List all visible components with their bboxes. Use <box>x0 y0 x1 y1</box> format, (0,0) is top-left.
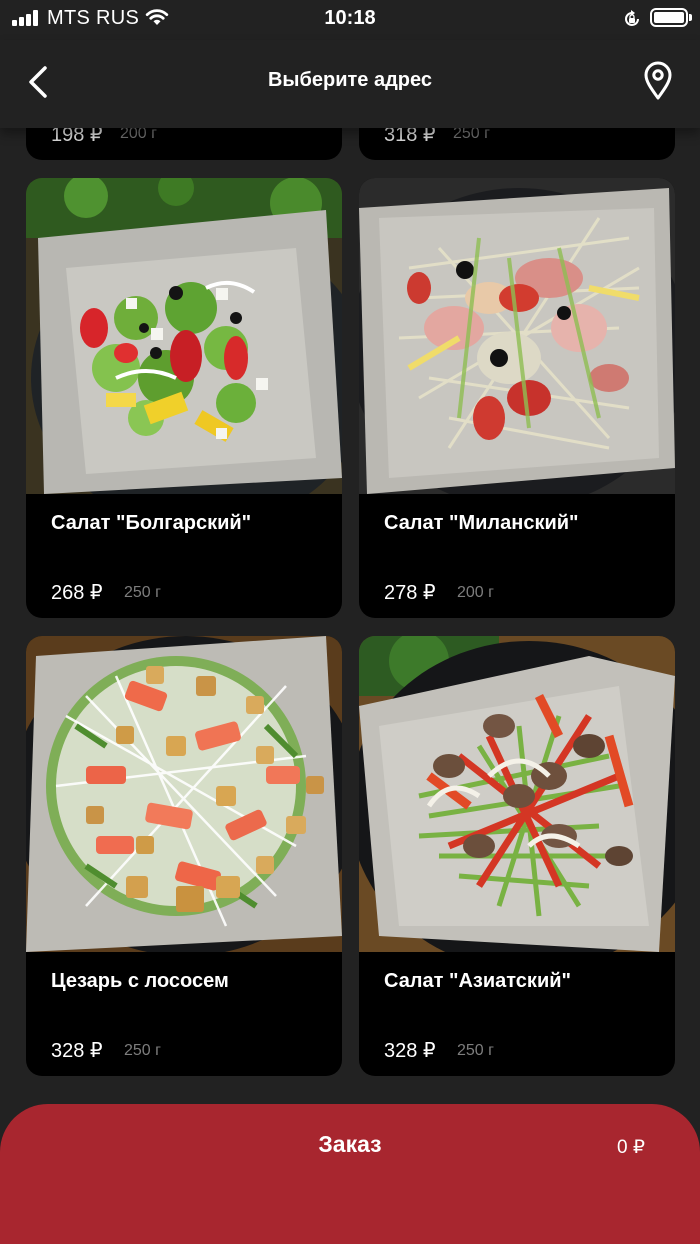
item-price: 268 ₽ <box>51 582 103 604</box>
menu-card[interactable]: Салат "Болгарский" 268 ₽ 250 г <box>26 178 342 618</box>
item-price: 278 ₽ <box>384 582 436 604</box>
item-name: Цезарь с лососем <box>51 970 229 992</box>
item-price: 328 ₽ <box>51 1040 103 1062</box>
item-weight: 250 г <box>124 1042 161 1059</box>
item-name: Салат "Болгарский" <box>51 512 252 534</box>
nav-bar: Выберите адрес <box>0 40 700 128</box>
page-title[interactable]: Выберите адрес <box>0 69 700 92</box>
salad-photo <box>359 636 675 952</box>
status-bar: MTS RUS 10:18 <box>0 0 700 40</box>
item-weight: 200 г <box>457 584 494 601</box>
salad-photo <box>26 178 342 494</box>
map-pin-icon <box>644 61 672 100</box>
battery-icon <box>650 8 688 27</box>
clock: 10:18 <box>324 7 376 29</box>
menu-card[interactable]: Салат "Азиатский" 328 ₽ 250 г <box>359 636 675 1076</box>
order-total: 0 ₽ <box>617 1137 645 1158</box>
item-weight: 250 г <box>124 584 161 601</box>
battery-tip <box>689 14 692 21</box>
salad-photo <box>359 178 675 494</box>
menu-card[interactable]: Салат "Миланский" 278 ₽ 200 г <box>359 178 675 618</box>
item-name: Салат "Азиатский" <box>384 970 572 992</box>
item-price: 328 ₽ <box>384 1040 436 1062</box>
item-weight: 250 г <box>457 1042 494 1059</box>
salad-photo <box>26 636 342 952</box>
order-label: Заказ <box>318 1131 382 1157</box>
order-button[interactable]: Заказ 0 ₽ <box>0 1104 700 1244</box>
menu-card[interactable]: Цезарь с лососем 328 ₽ 250 г <box>26 636 342 1076</box>
item-name: Салат "Миланский" <box>384 512 579 534</box>
rotation-lock-icon <box>625 10 639 26</box>
location-button[interactable] <box>640 60 680 104</box>
